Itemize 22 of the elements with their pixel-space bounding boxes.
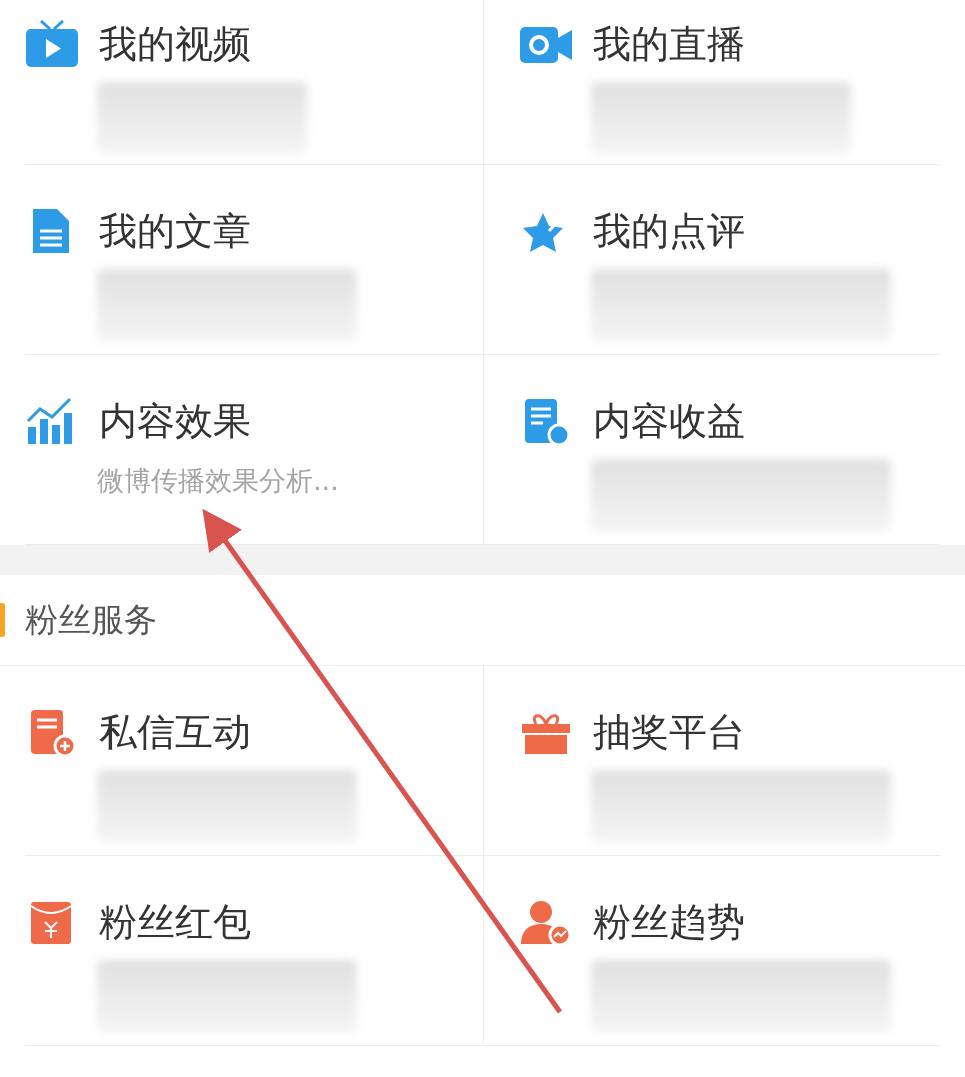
tv-icon	[25, 20, 79, 68]
tile-title: 粉丝红包	[99, 899, 251, 946]
section-title: 粉丝服务	[25, 598, 157, 641]
menu-tile[interactable]: 我的视频	[25, 0, 483, 165]
tile-title: 内容收益	[592, 398, 745, 445]
menu-tile[interactable]: 内容收益	[482, 355, 940, 545]
menu-tile[interactable]: 粉丝趋势	[482, 856, 940, 1046]
tile-title: 私信互动	[99, 709, 251, 756]
tile-title: 我的直播	[592, 21, 745, 68]
tile-title: 我的视频	[99, 21, 251, 68]
tile-title: 内容效果	[99, 398, 251, 445]
menu-tile[interactable]: 抽奖平台	[482, 666, 940, 856]
menu-tile[interactable]: 粉丝红包	[25, 856, 483, 1046]
menu-tile[interactable]: 我的点评	[482, 165, 940, 355]
tile-title: 抽奖平台	[592, 709, 745, 756]
menu-tile[interactable]: 我的文章	[25, 165, 483, 355]
menu-tile[interactable]: 我的直播	[482, 0, 940, 165]
tile-subtitle: 微博传播效果分析...	[97, 464, 340, 498]
tile-title: 我的点评	[592, 208, 745, 255]
menu-tile[interactable]: 私信互动	[25, 666, 483, 856]
tile-title: 我的文章	[99, 208, 251, 255]
tile-title: 粉丝趋势	[592, 899, 745, 946]
